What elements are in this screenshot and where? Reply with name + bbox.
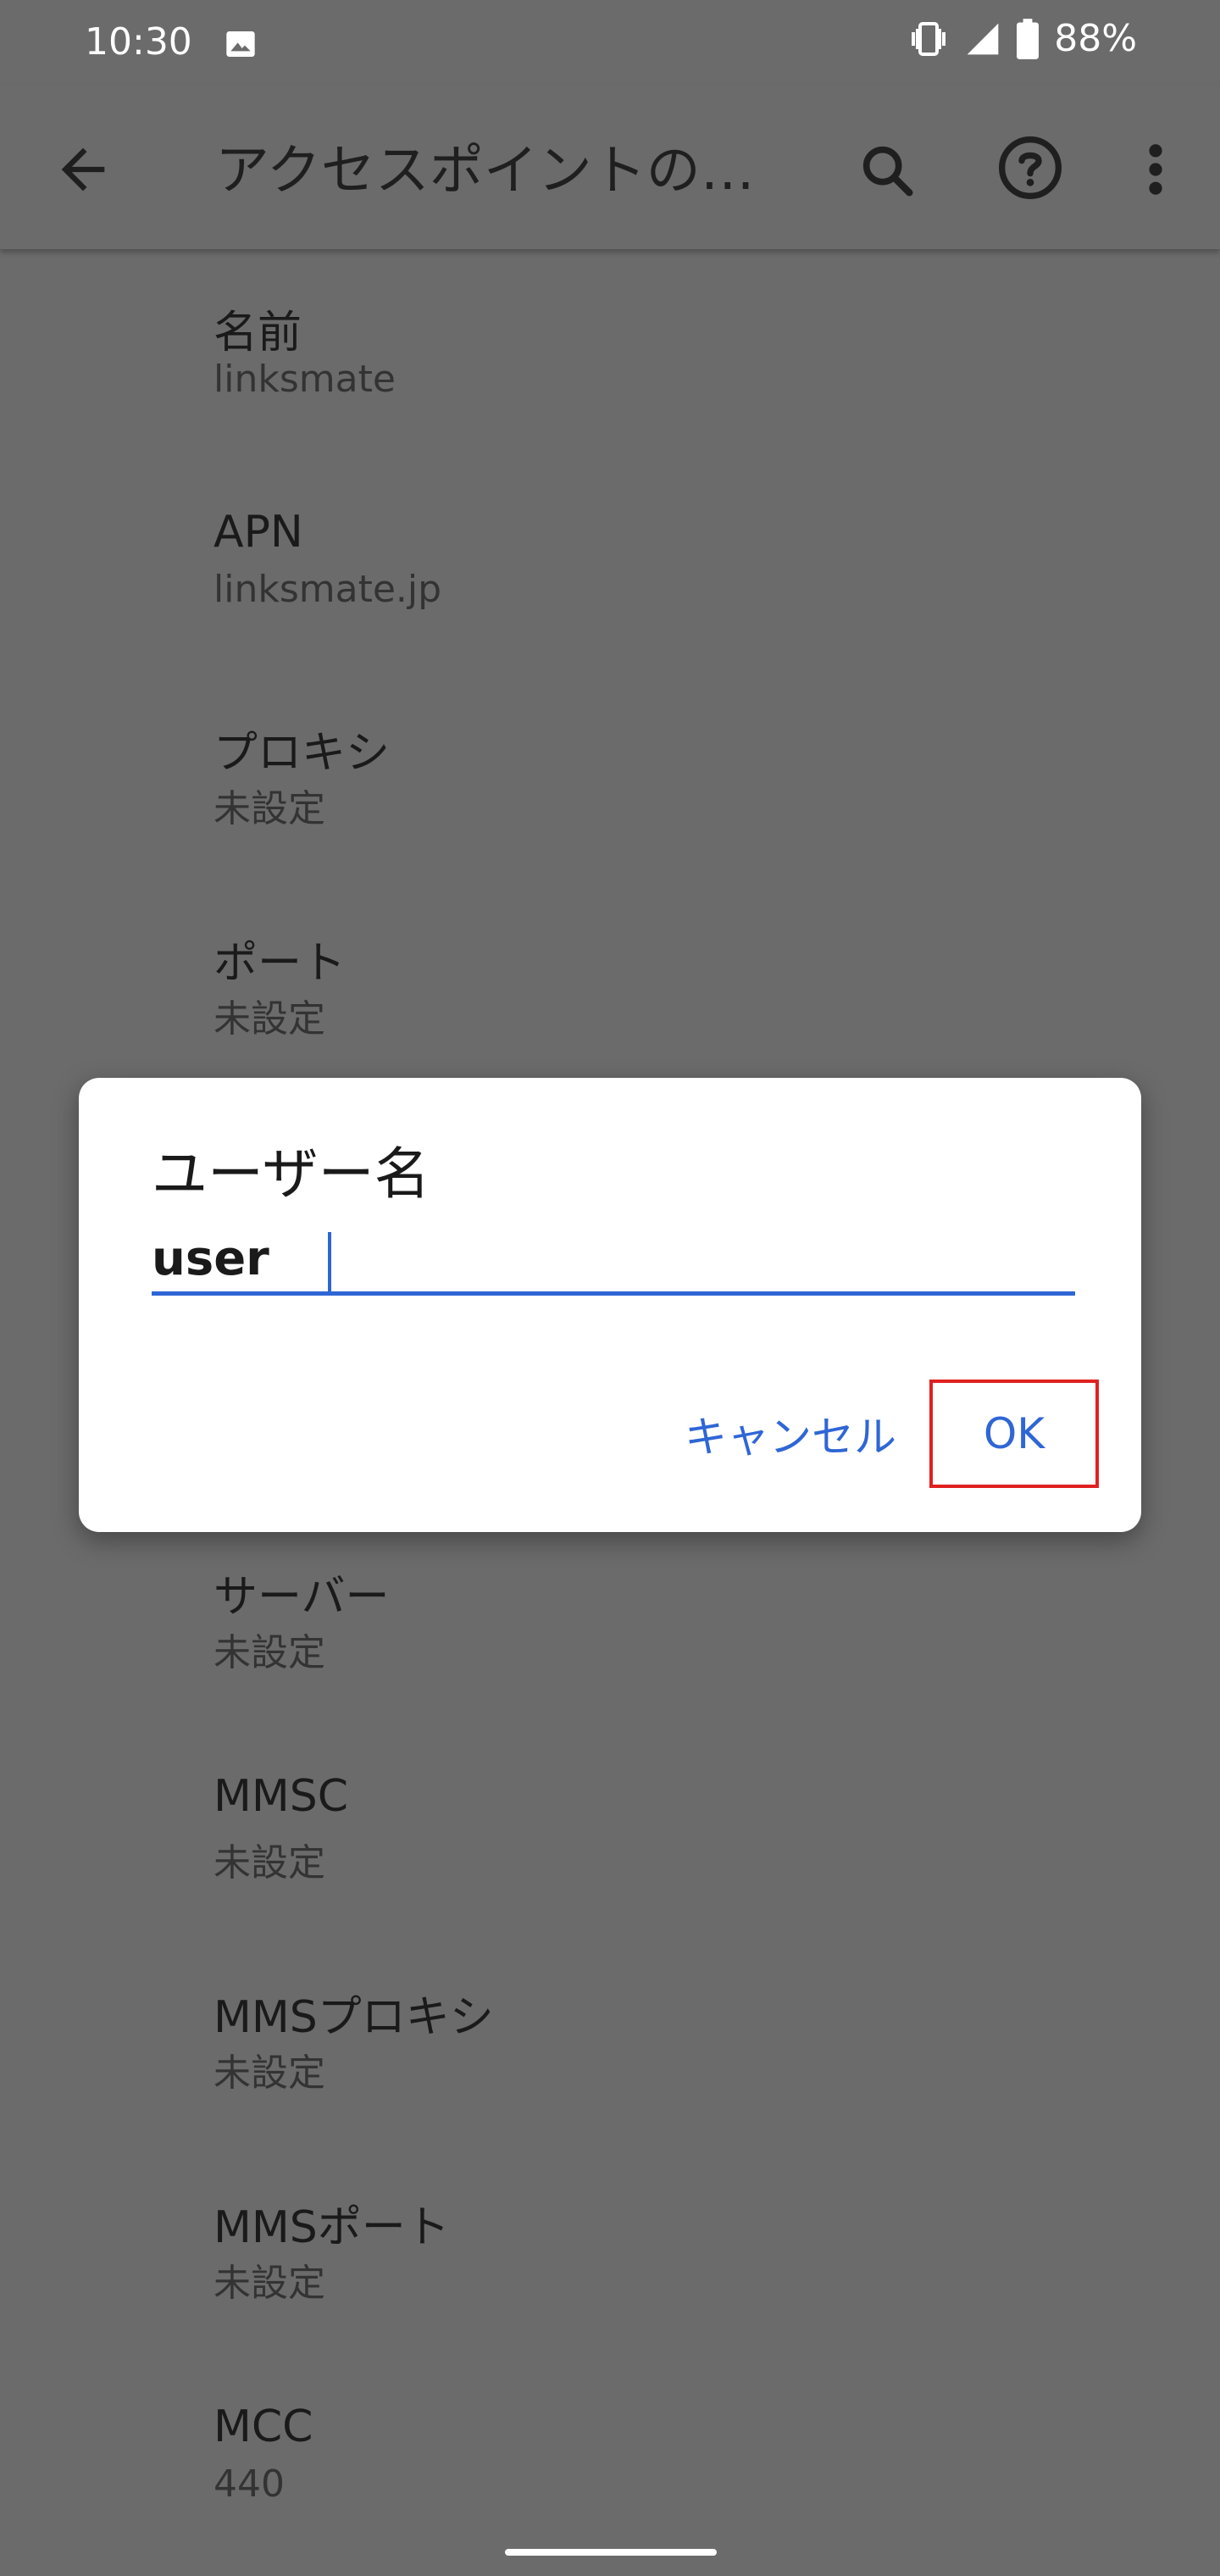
status-bar: 10:30 88% bbox=[0, 0, 1220, 85]
signal-icon bbox=[967, 23, 999, 54]
ok-button[interactable]: OK bbox=[929, 1380, 1099, 1488]
app-bar: アクセスポイントの… bbox=[0, 85, 1220, 249]
list-item-port[interactable]: ポート 未設定 bbox=[0, 880, 1220, 1090]
battery-percentage: 88% bbox=[1054, 17, 1137, 60]
list-item-label: MMSプロキシ bbox=[214, 1992, 494, 2043]
home-indicator[interactable] bbox=[505, 2549, 717, 2556]
page-title: アクセスポイントの… bbox=[215, 140, 755, 203]
list-item-label: MMSC bbox=[214, 1771, 349, 1822]
battery-icon bbox=[1017, 18, 1040, 59]
vibrate-icon bbox=[912, 21, 946, 56]
list-item-label: プロキシ bbox=[214, 728, 391, 779]
list-item-value: 未設定 bbox=[214, 2051, 325, 2095]
list-item-value: linksmate bbox=[214, 358, 396, 401]
cancel-button[interactable]: キャンセル bbox=[663, 1393, 918, 1474]
help-icon[interactable] bbox=[996, 134, 1064, 202]
more-vert-icon[interactable] bbox=[1139, 137, 1173, 202]
search-icon[interactable] bbox=[856, 139, 920, 203]
list-item-value: 未設定 bbox=[214, 997, 325, 1041]
list-item-label: 名前 bbox=[214, 308, 302, 358]
list-item-label: ポート bbox=[214, 938, 347, 989]
list-item-label: MCC bbox=[214, 2401, 313, 2452]
list-item-value: 未設定 bbox=[214, 1841, 325, 1885]
list-item-name[interactable]: 名前 linksmate bbox=[0, 249, 1220, 459]
list-item-value: 未設定 bbox=[214, 2262, 325, 2305]
list-item-label: サーバー bbox=[214, 1572, 390, 1623]
list-item-mms-port[interactable]: MMSポート 未設定 bbox=[0, 2144, 1220, 2354]
username-input-wrapper bbox=[152, 1225, 1075, 1296]
text-cursor bbox=[328, 1232, 331, 1293]
list-item-mcc[interactable]: MCC 440 bbox=[0, 2354, 1220, 2564]
dialog-title: ユーザー名 bbox=[152, 1141, 430, 1207]
list-item-apn[interactable]: APN linksmate.jp bbox=[0, 459, 1220, 669]
list-item-mms-proxy[interactable]: MMSプロキシ 未設定 bbox=[0, 1934, 1220, 2144]
status-time: 10:30 bbox=[85, 20, 192, 64]
image-icon bbox=[226, 31, 255, 57]
list-item-label: APN bbox=[214, 507, 303, 558]
list-item-value: 未設定 bbox=[214, 787, 325, 830]
list-item-proxy[interactable]: プロキシ 未設定 bbox=[0, 669, 1220, 880]
list-item-value: 440 bbox=[214, 2462, 285, 2506]
status-right-group: 88% bbox=[908, 17, 1137, 60]
list-item-server[interactable]: サーバー 未設定 bbox=[0, 1513, 1220, 1724]
username-dialog: ユーザー名 キャンセル OK bbox=[79, 1078, 1141, 1532]
list-item-value: 未設定 bbox=[214, 1631, 325, 1674]
back-arrow-icon[interactable] bbox=[51, 137, 115, 202]
list-item-mmsc[interactable]: MMSC 未設定 bbox=[0, 1724, 1220, 1934]
username-input[interactable] bbox=[152, 1225, 1075, 1291]
list-item-value: linksmate.jp bbox=[214, 568, 442, 611]
list-item-label: MMSポート bbox=[214, 2202, 450, 2253]
